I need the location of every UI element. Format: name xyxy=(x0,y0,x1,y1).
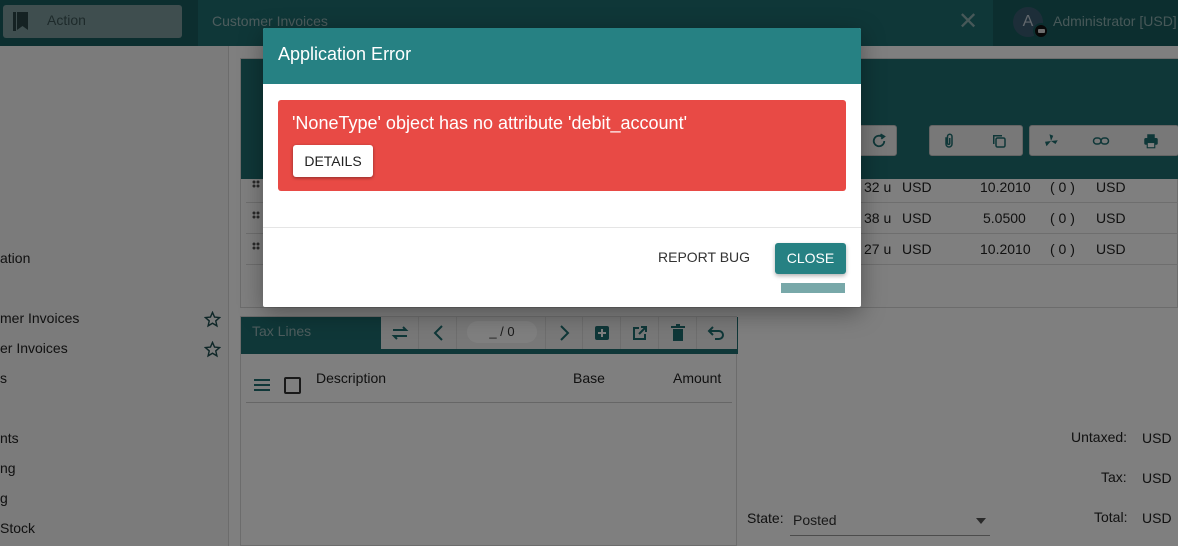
dialog-header: Application Error xyxy=(263,28,861,84)
background-button-edge xyxy=(781,283,845,293)
dialog-divider xyxy=(263,227,861,228)
application-error-dialog: Application Error 'NoneType' object has … xyxy=(263,28,861,307)
report-bug-button[interactable]: REPORT BUG xyxy=(658,241,750,273)
error-message: 'NoneType' object has no attribute 'debi… xyxy=(292,113,688,133)
close-button[interactable]: CLOSE xyxy=(775,243,846,274)
dialog-title: Application Error xyxy=(278,44,412,64)
error-message-box: 'NoneType' object has no attribute 'debi… xyxy=(278,100,846,191)
details-button[interactable]: DETAILS xyxy=(293,145,373,177)
